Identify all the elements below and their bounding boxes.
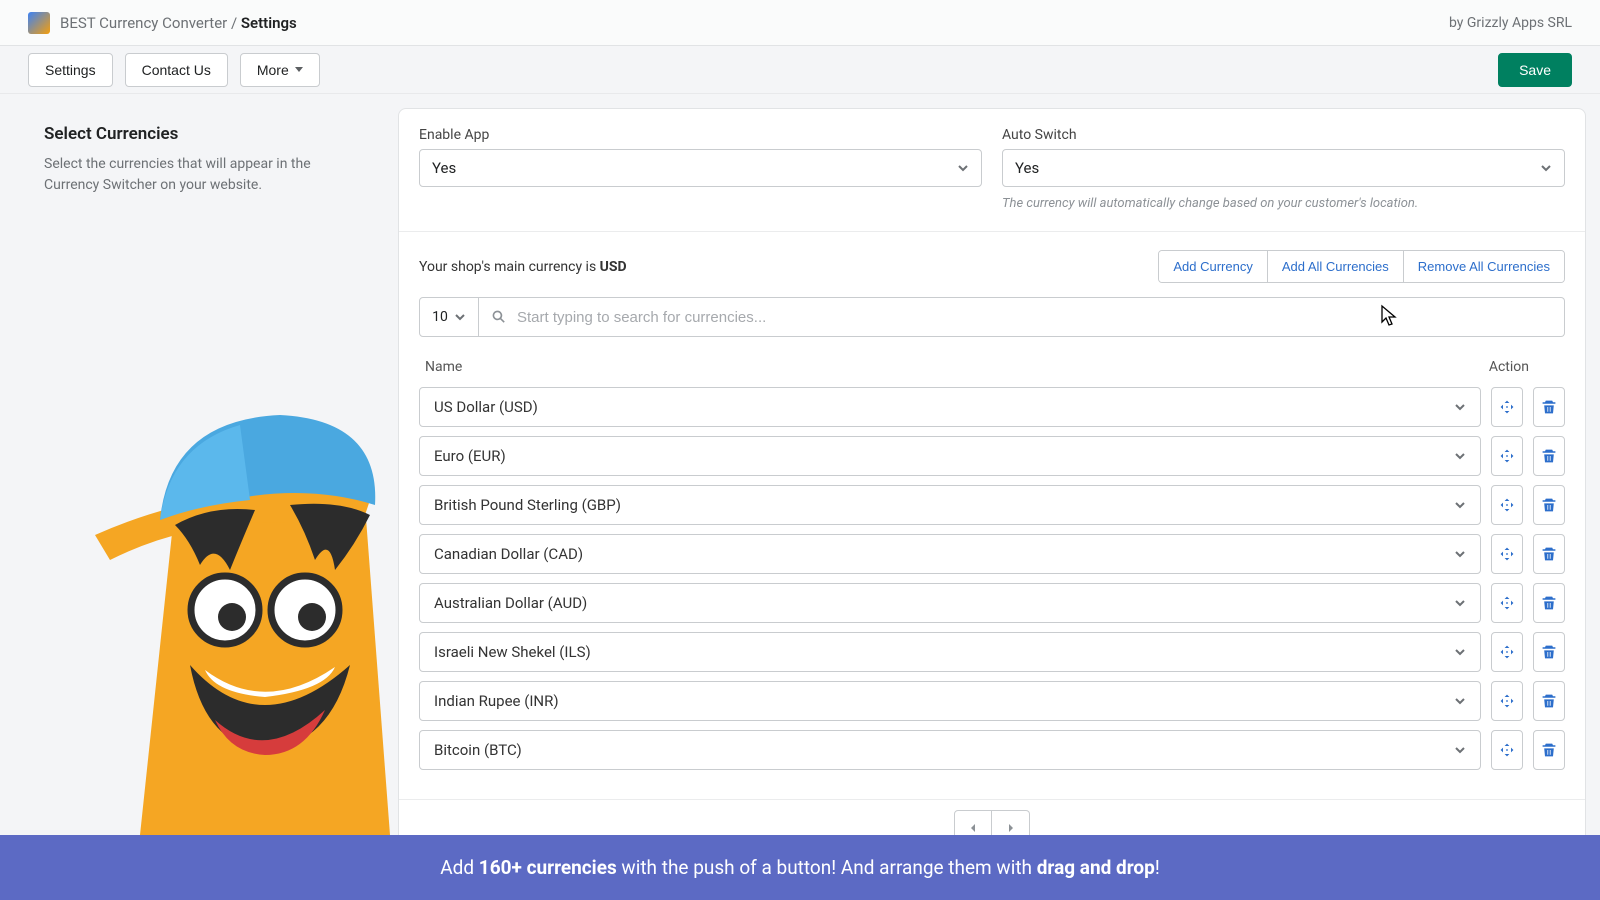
currency-row[interactable]: Israeli New Shekel (ILS) bbox=[419, 632, 1481, 672]
add-all-currencies-button[interactable]: Add All Currencies bbox=[1267, 251, 1403, 282]
drag-handle-button[interactable] bbox=[1491, 583, 1523, 623]
chevron-down-icon bbox=[1454, 695, 1466, 707]
topbar: BEST Currency Converter / Settings by Gr… bbox=[0, 0, 1600, 46]
trash-icon bbox=[1541, 448, 1557, 464]
currency-row[interactable]: Indian Rupee (INR) bbox=[419, 681, 1481, 721]
currency-row[interactable]: Canadian Dollar (CAD) bbox=[419, 534, 1481, 574]
chevron-down-icon bbox=[1454, 597, 1466, 609]
currency-name: British Pound Sterling (GBP) bbox=[434, 496, 621, 514]
col-name: Name bbox=[425, 359, 462, 375]
main-currency-text: Your shop's main currency is USD bbox=[419, 259, 627, 275]
trash-icon bbox=[1541, 497, 1557, 513]
chevron-down-icon bbox=[1454, 744, 1466, 756]
delete-button[interactable] bbox=[1533, 730, 1565, 770]
toolbar: Settings Contact Us More Save bbox=[0, 46, 1600, 94]
chevron-down-icon bbox=[1454, 401, 1466, 413]
currency-name: Indian Rupee (INR) bbox=[434, 692, 559, 710]
chevron-down-icon bbox=[1454, 548, 1466, 560]
delete-button[interactable] bbox=[1533, 436, 1565, 476]
breadcrumb: BEST Currency Converter / Settings bbox=[60, 14, 297, 32]
trash-icon bbox=[1541, 546, 1557, 562]
app-name[interactable]: BEST Currency Converter bbox=[60, 14, 227, 32]
currency-row[interactable]: Australian Dollar (AUD) bbox=[419, 583, 1481, 623]
drag-handle-button[interactable] bbox=[1491, 387, 1523, 427]
drag-handle-button[interactable] bbox=[1491, 730, 1523, 770]
sidebar-desc: Select the currencies that will appear i… bbox=[44, 154, 368, 196]
drag-handle-button[interactable] bbox=[1491, 632, 1523, 672]
move-icon bbox=[1499, 448, 1515, 464]
sidebar: Select Currencies Select the currencies … bbox=[0, 94, 398, 847]
currency-name: Euro (EUR) bbox=[434, 447, 506, 465]
chevron-down-icon bbox=[1454, 499, 1466, 511]
add-currency-button[interactable]: Add Currency bbox=[1159, 251, 1266, 282]
delete-button[interactable] bbox=[1533, 485, 1565, 525]
contact-button[interactable]: Contact Us bbox=[125, 53, 228, 87]
move-icon bbox=[1499, 546, 1515, 562]
currency-search-input[interactable] bbox=[517, 309, 1552, 326]
trash-icon bbox=[1541, 644, 1557, 660]
move-icon bbox=[1499, 595, 1515, 611]
chevron-down-icon bbox=[1540, 162, 1552, 174]
move-icon bbox=[1499, 497, 1515, 513]
delete-button[interactable] bbox=[1533, 583, 1565, 623]
currency-row[interactable]: Bitcoin (BTC) bbox=[419, 730, 1481, 770]
currency-name: Australian Dollar (AUD) bbox=[434, 594, 587, 612]
currency-name: US Dollar (USD) bbox=[434, 398, 538, 416]
delete-button[interactable] bbox=[1533, 681, 1565, 721]
more-button[interactable]: More bbox=[240, 53, 320, 87]
move-icon bbox=[1499, 399, 1515, 415]
auto-switch-select[interactable]: Yes bbox=[1002, 149, 1565, 187]
chevron-down-icon bbox=[957, 162, 969, 174]
drag-handle-button[interactable] bbox=[1491, 534, 1523, 574]
trash-icon bbox=[1541, 693, 1557, 709]
app-logo bbox=[28, 12, 50, 34]
delete-button[interactable] bbox=[1533, 534, 1565, 574]
promo-banner: Add 160+ currencies with the push of a b… bbox=[0, 835, 1600, 900]
trash-icon bbox=[1541, 595, 1557, 611]
move-icon bbox=[1499, 644, 1515, 660]
byline: by Grizzly Apps SRL bbox=[1449, 15, 1572, 31]
chevron-down-icon bbox=[1454, 450, 1466, 462]
enable-app-select[interactable]: Yes bbox=[419, 149, 982, 187]
search-icon bbox=[491, 309, 507, 325]
currency-name: Israeli New Shekel (ILS) bbox=[434, 643, 591, 661]
currency-name: Canadian Dollar (CAD) bbox=[434, 545, 583, 563]
currency-name: Bitcoin (BTC) bbox=[434, 741, 522, 759]
trash-icon bbox=[1541, 742, 1557, 758]
auto-switch-label: Auto Switch bbox=[1002, 127, 1565, 143]
trash-icon bbox=[1541, 399, 1557, 415]
currency-row[interactable]: US Dollar (USD) bbox=[419, 387, 1481, 427]
settings-card: Enable App Yes Auto Switch Yes The curre… bbox=[398, 108, 1586, 847]
col-action: Action bbox=[1489, 359, 1529, 375]
per-page-select[interactable]: 10 bbox=[419, 297, 479, 337]
move-icon bbox=[1499, 693, 1515, 709]
auto-switch-help: The currency will automatically change b… bbox=[1002, 195, 1565, 213]
delete-button[interactable] bbox=[1533, 387, 1565, 427]
chevron-down-icon bbox=[1454, 646, 1466, 658]
currency-actions: Add Currency Add All Currencies Remove A… bbox=[1158, 250, 1565, 283]
drag-handle-button[interactable] bbox=[1491, 485, 1523, 525]
drag-handle-button[interactable] bbox=[1491, 681, 1523, 721]
enable-app-label: Enable App bbox=[419, 127, 982, 143]
chevron-down-icon bbox=[454, 311, 466, 323]
sidebar-title: Select Currencies bbox=[44, 124, 368, 144]
drag-handle-button[interactable] bbox=[1491, 436, 1523, 476]
delete-button[interactable] bbox=[1533, 632, 1565, 672]
save-button[interactable]: Save bbox=[1498, 53, 1572, 87]
chevron-down-icon bbox=[295, 67, 303, 72]
currency-row[interactable]: Euro (EUR) bbox=[419, 436, 1481, 476]
remove-all-currencies-button[interactable]: Remove All Currencies bbox=[1403, 251, 1564, 282]
currency-row[interactable]: British Pound Sterling (GBP) bbox=[419, 485, 1481, 525]
settings-button[interactable]: Settings bbox=[28, 53, 113, 87]
move-icon bbox=[1499, 742, 1515, 758]
page-title: Settings bbox=[241, 14, 297, 32]
